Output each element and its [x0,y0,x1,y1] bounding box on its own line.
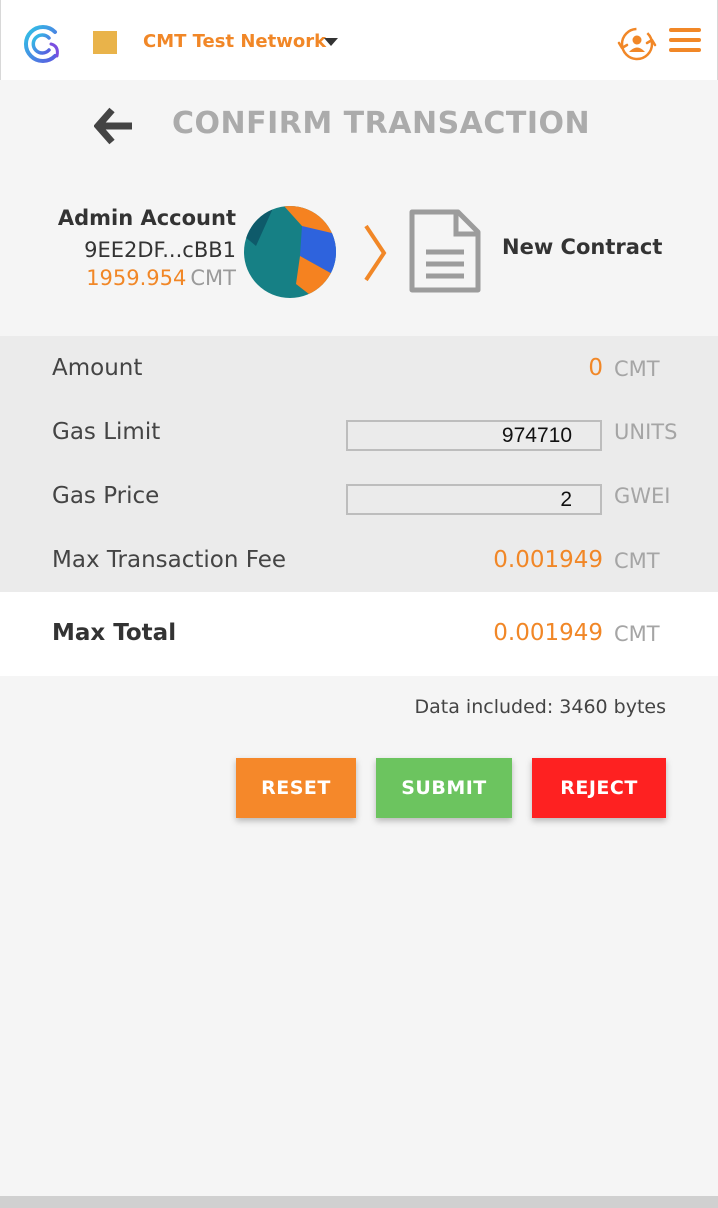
amount-value: 0 [588,355,603,381]
recipient-label: New Contract [502,235,663,259]
avatar [244,206,336,298]
cmt-logo-icon [23,25,59,63]
reset-button[interactable]: RESET [236,758,356,818]
max-fee-label: Max Transaction Fee [52,547,287,573]
max-total-unit: CMT [614,622,660,646]
sender-account-name: Admin Account [57,206,236,230]
amount-unit: CMT [614,357,660,381]
sender-balance: 1959.954 CMT [86,266,236,290]
chevron-right-icon [364,224,387,282]
sender-address: 9EE2DF...cBB1 [84,238,236,262]
max-total-value: 0.001949 [493,620,603,646]
gas-price-input[interactable]: 2 [346,484,602,515]
sender-balance-unit: CMT [190,266,236,290]
gas-limit-label: Gas Limit [52,419,161,445]
app-header: CMT Test Network [0,0,718,80]
reject-button[interactable]: REJECT [532,758,666,818]
hamburger-menu-icon[interactable] [669,28,701,54]
window-bottom-edge [0,1196,718,1208]
chevron-down-icon[interactable] [324,38,338,46]
back-arrow-icon[interactable] [94,106,134,146]
gas-limit-unit: UNITS [614,420,678,444]
account-switch-icon[interactable] [617,24,657,64]
page-title: CONFIRM TRANSACTION [172,106,591,141]
data-included-note: Data included: 3460 bytes [414,696,666,718]
max-fee-value: 0.001949 [493,547,603,573]
gas-limit-input[interactable]: 974710 [346,420,602,451]
transaction-details: Amount 0 CMT Gas Limit 974710 UNITS Gas … [0,336,718,592]
sender-balance-value: 1959.954 [86,266,187,290]
gas-price-label: Gas Price [52,483,160,509]
max-total-row: Max Total 0.001949 CMT [0,592,718,676]
amount-label: Amount [52,355,143,381]
document-icon [409,209,481,293]
gas-price-unit: GWEI [614,484,671,508]
network-status-indicator [93,31,117,54]
network-selector[interactable]: CMT Test Network [143,31,326,52]
max-total-label: Max Total [52,620,177,646]
max-fee-unit: CMT [614,549,660,573]
submit-button[interactable]: SUBMIT [376,758,512,818]
